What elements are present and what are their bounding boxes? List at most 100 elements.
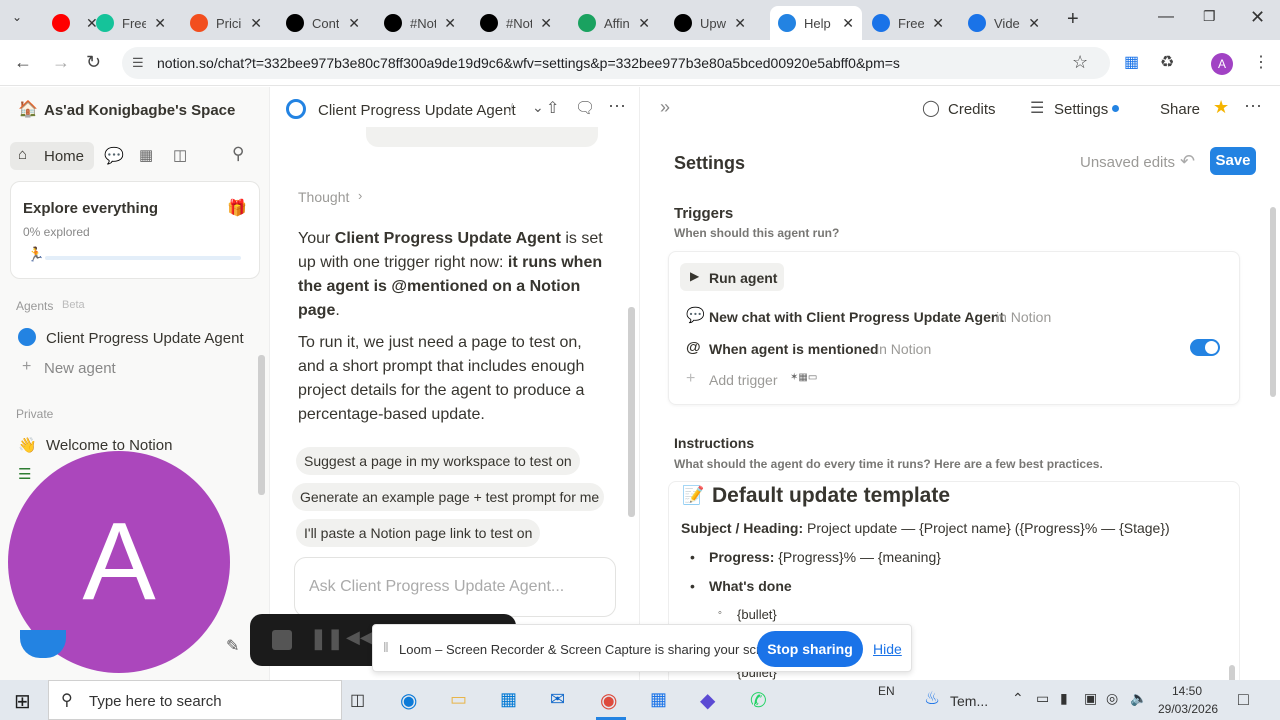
file-explorer-icon[interactable]: ▭ (450, 689, 467, 710)
profile-avatar[interactable]: A (1211, 53, 1233, 75)
loom-pause-icon[interactable]: ❚❚ (310, 626, 344, 651)
compose-icon[interactable]: ✎ (226, 636, 239, 656)
sidebar-scrollbar[interactable] (258, 355, 265, 495)
trigger-mentioned[interactable]: When agent is mentioned (709, 341, 879, 357)
sidebar-new-agent[interactable]: New agent (44, 360, 116, 377)
suggestion-chip-3[interactable]: I'll paste a Notion page link to test on (296, 519, 541, 547)
explore-card[interactable]: Explore everything 🎁 0% explored 🏃 (10, 181, 260, 279)
trigger-new-chat[interactable]: New chat with Client Progress Update Age… (709, 309, 1004, 325)
clock-time[interactable]: 14:50 (1172, 684, 1202, 698)
browser-menu-icon[interactable]: ⋮ (1253, 52, 1269, 72)
tab-6[interactable]: Affin ✕ (570, 6, 658, 40)
extension-doc-icon[interactable]: ▦ (1124, 52, 1139, 72)
run-agent-button[interactable]: ▶ Run agent (680, 263, 784, 291)
clock-date[interactable]: 29/03/2026 (1158, 702, 1218, 716)
sidebar-item-agent[interactable]: Client Progress Update Agent (46, 330, 244, 347)
mention-trigger-toggle[interactable] (1190, 339, 1220, 356)
tab-3[interactable]: Cont ✕ (278, 6, 368, 40)
tray-icon-2[interactable]: ▣ (1084, 690, 1097, 707)
new-tab-button[interactable]: + (1067, 8, 1079, 31)
store-icon[interactable]: ▦ (500, 689, 517, 710)
workspace-name[interactable]: As'ad Konigbagbe's Space (44, 102, 235, 119)
more-options-icon[interactable]: ⋯ (608, 96, 626, 117)
save-button[interactable]: Save (1210, 147, 1256, 175)
close-tab-icon[interactable]: ✕ (1028, 15, 1040, 32)
loom-rewind-icon[interactable]: ◀◀ (346, 627, 374, 648)
search-icon[interactable]: ⚲ (232, 144, 244, 164)
add-trigger-button[interactable]: Add trigger (709, 372, 777, 388)
site-info-icon[interactable]: ☰ (132, 47, 144, 79)
settings-scrollbar[interactable] (1270, 207, 1276, 397)
close-tab-icon[interactable]: ✕ (932, 15, 944, 32)
taskbar-search-box[interactable]: ⚲ Type here to search (48, 680, 342, 720)
bookmark-star-icon[interactable]: ☆ (1072, 52, 1088, 73)
chat-bubble-icon[interactable]: 💬 (104, 146, 124, 166)
tab-0[interactable]: ✕ (44, 6, 98, 40)
forward-button[interactable]: → (52, 52, 70, 73)
hide-sharing-button[interactable]: Hide (873, 641, 902, 657)
extensions-puzzle-icon[interactable]: ♻ (1160, 52, 1174, 72)
tab-9[interactable]: Free ✕ (864, 6, 952, 40)
tab-8[interactable]: Help ✕ (770, 6, 862, 40)
close-tab-icon[interactable]: ✕ (638, 15, 650, 32)
whatsapp-icon[interactable]: ✆ (750, 688, 767, 713)
loom-stop-square-icon[interactable] (272, 630, 292, 650)
windows-start-icon[interactable]: ⊞ (14, 689, 31, 714)
chrome-icon[interactable]: ◉ (600, 688, 617, 713)
edge-icon[interactable]: ◉ (400, 688, 417, 713)
chevron-down-icon[interactable]: ⌄ (532, 99, 544, 116)
suggestion-chip-1[interactable]: Suggest a page in my workspace to test o… (296, 447, 580, 475)
notification-icon[interactable]: □ (1238, 689, 1249, 710)
tab-5[interactable]: #Not ✕ (472, 6, 560, 40)
url-field[interactable]: ☰ notion.so/chat?t=332bee977b3e80c78ff30… (122, 47, 1110, 79)
tray-chevron-icon[interactable]: ⌃ (1012, 690, 1024, 707)
volume-icon[interactable]: 🔈 (1130, 690, 1147, 707)
close-tab-icon[interactable]: ✕ (540, 15, 552, 32)
collapse-panel-icon[interactable]: » (660, 97, 670, 118)
chat-title[interactable]: Client Progress Update Agent (318, 102, 516, 119)
back-button[interactable]: ← (14, 52, 32, 73)
tab-2[interactable]: Pricin ✕ (182, 6, 270, 40)
calendar-icon[interactable]: ▦ (139, 146, 153, 164)
close-tab-icon[interactable]: ✕ (842, 15, 854, 32)
battery-icon[interactable]: ▮ (1060, 690, 1068, 707)
share-button[interactable]: Share (1160, 101, 1200, 118)
comment-icon[interactable]: 🗨 (575, 98, 595, 118)
close-tab-icon[interactable]: ✕ (348, 15, 360, 32)
credits-button[interactable]: Credits (948, 101, 996, 118)
more-icon[interactable]: ⋯ (1244, 96, 1262, 117)
minimize-button[interactable]: — (1158, 8, 1174, 26)
tab-search-chevron[interactable]: ⌄ (12, 10, 22, 24)
tray-icon-1[interactable]: ▭ (1036, 690, 1049, 707)
favorite-star-icon[interactable]: ★ (1213, 97, 1229, 118)
thought-toggle[interactable]: Thought (298, 189, 349, 205)
chat-scrollbar[interactable] (628, 307, 635, 517)
suggestion-chip-2[interactable]: Generate an example page + test prompt f… (292, 483, 604, 511)
inbox-icon[interactable]: ◫ (173, 146, 187, 164)
close-tab-icon[interactable]: ✕ (250, 15, 262, 32)
weather-text[interactable]: Tem... (950, 693, 988, 709)
close-tab-icon[interactable]: ✕ (734, 15, 746, 32)
reload-button[interactable]: ↻ (86, 52, 101, 73)
app-icon[interactable]: ◆ (700, 688, 715, 713)
close-tab-icon[interactable]: ✕ (444, 15, 456, 32)
restore-button[interactable]: ❐ (1203, 8, 1216, 25)
close-window-button[interactable]: ✕ (1250, 7, 1265, 28)
settings-button[interactable]: Settings (1054, 101, 1108, 118)
sidebar-item-home[interactable]: ⌂ Home (10, 142, 94, 170)
close-tab-icon[interactable]: ✕ (154, 15, 166, 32)
tab-1[interactable]: Free ✕ (88, 6, 174, 40)
language-indicator[interactable]: EN (878, 684, 895, 698)
drag-handle-icon[interactable]: ‖ (383, 639, 389, 655)
tab-4[interactable]: #Not ✕ (376, 6, 464, 40)
network-icon[interactable]: ◎ (1106, 690, 1118, 707)
open-external-icon[interactable]: ⇧ (546, 98, 559, 118)
task-view-icon[interactable]: ◫ (350, 690, 365, 710)
tab-10[interactable]: Vide ✕ (960, 6, 1048, 40)
teams-icon[interactable]: ▦ (650, 689, 667, 710)
outlook-icon[interactable]: ✉ (550, 689, 565, 710)
chat-input-box[interactable]: Ask Client Progress Update Agent... (294, 557, 616, 617)
tab-7[interactable]: Upw ✕ (666, 6, 754, 40)
stop-sharing-button[interactable]: Stop sharing (757, 631, 863, 667)
undo-icon[interactable]: ↶ (1180, 151, 1195, 172)
